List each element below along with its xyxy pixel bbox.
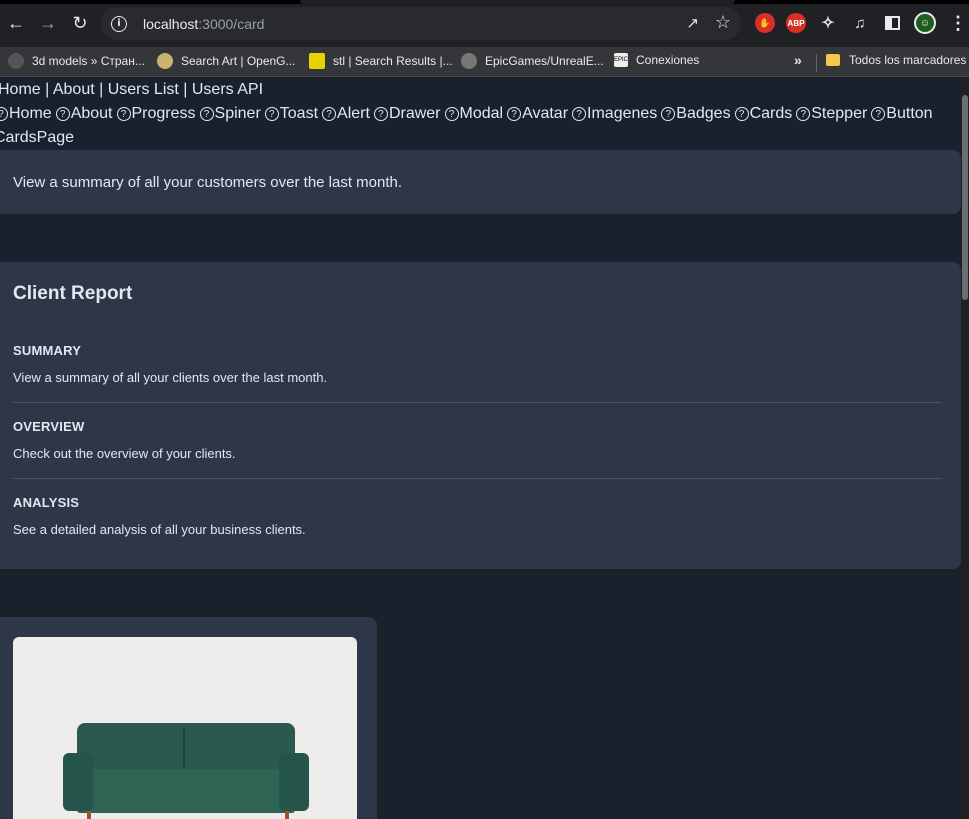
page-scrollbar[interactable] [961, 77, 969, 819]
section-heading: Overview [13, 419, 85, 434]
help-circle-icon: ? [507, 107, 522, 121]
forward-icon[interactable]: → [32, 8, 64, 40]
help-circle-icon: ? [0, 107, 8, 121]
media-control-icon[interactable]: ♫ [850, 13, 870, 33]
component-nav: ?Home ?About ?Progress ?Spiner ?Toast ?A… [0, 105, 937, 123]
extensions-puzzle-icon[interactable]: ✧ [818, 13, 838, 33]
site-info-icon[interactable]: i [111, 15, 127, 32]
report-section-summary: Summary View a summary of all your clien… [13, 343, 941, 403]
github-icon [461, 53, 477, 69]
help-circle-icon: ? [373, 107, 388, 121]
bookmarks-bar: 3d models » Стран... Search Art | OpenG.… [0, 47, 969, 77]
help-circle-icon: ? [661, 107, 676, 121]
nav-link-toast[interactable]: ? Toast [264, 105, 318, 123]
bookmarks-overflow-button[interactable]: » [794, 52, 802, 68]
back-icon[interactable]: ← [0, 8, 32, 40]
help-circle-icon: ? [199, 107, 214, 121]
bookmark-favicon-icon [309, 53, 325, 69]
url-text[interactable]: localhost:3000/card [143, 16, 264, 32]
section-heading: Summary [13, 343, 82, 358]
nav-link-spiner[interactable]: ? Spiner [199, 105, 261, 123]
nav-link-avatar[interactable]: ? Avatar [507, 105, 568, 123]
scrollbar-thumb[interactable] [962, 95, 968, 300]
help-circle-icon: ? [871, 107, 886, 121]
help-circle-icon: ? [444, 107, 459, 121]
bookmark-item[interactable]: 3d models » Стран... [8, 53, 145, 69]
browser-toolbar: ← → ↻ i localhost:3000/card ↗ ☆ ✋ ABP ✧ … [0, 0, 969, 47]
product-card [0, 617, 377, 819]
report-section-overview: Overview Check out the overview of your … [13, 419, 941, 479]
nav-link-button[interactable]: ? Button [871, 105, 933, 123]
bookmark-item[interactable]: EPIC Conexiones [614, 53, 699, 67]
bookmark-favicon-icon [8, 53, 24, 69]
help-circle-icon: ? [264, 107, 279, 121]
section-body: See a detailed analysis of all your busi… [13, 522, 306, 537]
epic-favicon-icon: EPIC [614, 53, 628, 67]
help-circle-icon: ? [572, 107, 587, 121]
side-panel-icon[interactable] [882, 13, 902, 33]
summary-banner-card: View a summary of all your customers ove… [0, 150, 961, 214]
tab-strip [0, 0, 969, 4]
profile-avatar[interactable]: ☺ [914, 12, 936, 34]
nav-link-stepper[interactable]: ? Stepper [796, 105, 867, 123]
section-body: View a summary of all your clients over … [13, 370, 328, 385]
bookmark-star-icon[interactable]: ☆ [715, 12, 731, 33]
page-title: CardsPage [0, 129, 75, 146]
text-nav-links[interactable]: Home | About | Users List | Users API [0, 81, 263, 99]
nav-link-modal[interactable]: ? Modal [444, 105, 503, 123]
nav-link-progress[interactable]: ? Progress [116, 105, 196, 123]
address-bar[interactable]: i localhost:3000/card ↗ ☆ [101, 7, 741, 40]
nav-link-about[interactable]: ? About [55, 105, 113, 123]
client-report-card: Client Report Summary View a summary of … [0, 262, 961, 569]
all-bookmarks-button[interactable]: Todos los marcadores [826, 53, 966, 67]
nav-link-badges[interactable]: ? Badges [661, 105, 731, 123]
help-circle-icon: ? [55, 107, 70, 121]
nav-link-imagenes[interactable]: ? Imagenes [572, 105, 657, 123]
bookmark-item[interactable]: EpicGames/UnrealE... [461, 53, 604, 69]
bookmark-item[interactable]: Search Art | OpenG... [157, 53, 296, 69]
report-section-analysis: Analysis See a detailed analysis of all … [13, 495, 941, 554]
nav-link-cards[interactable]: ? Cards [734, 105, 792, 123]
stop-extension-icon[interactable]: ✋ [755, 13, 775, 33]
bookmark-item[interactable]: stl | Search Results |... [309, 53, 453, 69]
section-heading: Analysis [13, 495, 80, 510]
adblock-extension-icon[interactable]: ABP [786, 13, 806, 33]
nav-link-drawer[interactable]: ? Drawer [373, 105, 441, 123]
nav-link-home[interactable]: ?Home [0, 105, 52, 123]
help-circle-icon: ? [734, 107, 749, 121]
sofa-image [13, 637, 357, 819]
section-body: Check out the overview of your clients. [13, 446, 236, 461]
bookmarks-divider [816, 54, 817, 72]
sofa-illustration [63, 723, 309, 819]
page-viewport: Home | About | Users List | Users API ?H… [0, 77, 961, 819]
help-circle-icon: ? [116, 107, 131, 121]
banner-text: View a summary of all your customers ove… [13, 173, 403, 191]
share-icon[interactable]: ↗ [686, 14, 699, 32]
bookmark-favicon-icon [157, 53, 173, 69]
nav-link-alert[interactable]: ? Alert [322, 105, 370, 123]
report-title: Client Report [13, 283, 133, 304]
folder-icon [826, 54, 840, 66]
reload-icon[interactable]: ↻ [64, 8, 96, 40]
help-circle-icon: ? [796, 107, 811, 121]
kebab-menu-icon[interactable]: ⋮ [948, 13, 968, 33]
help-circle-icon: ? [322, 107, 337, 121]
